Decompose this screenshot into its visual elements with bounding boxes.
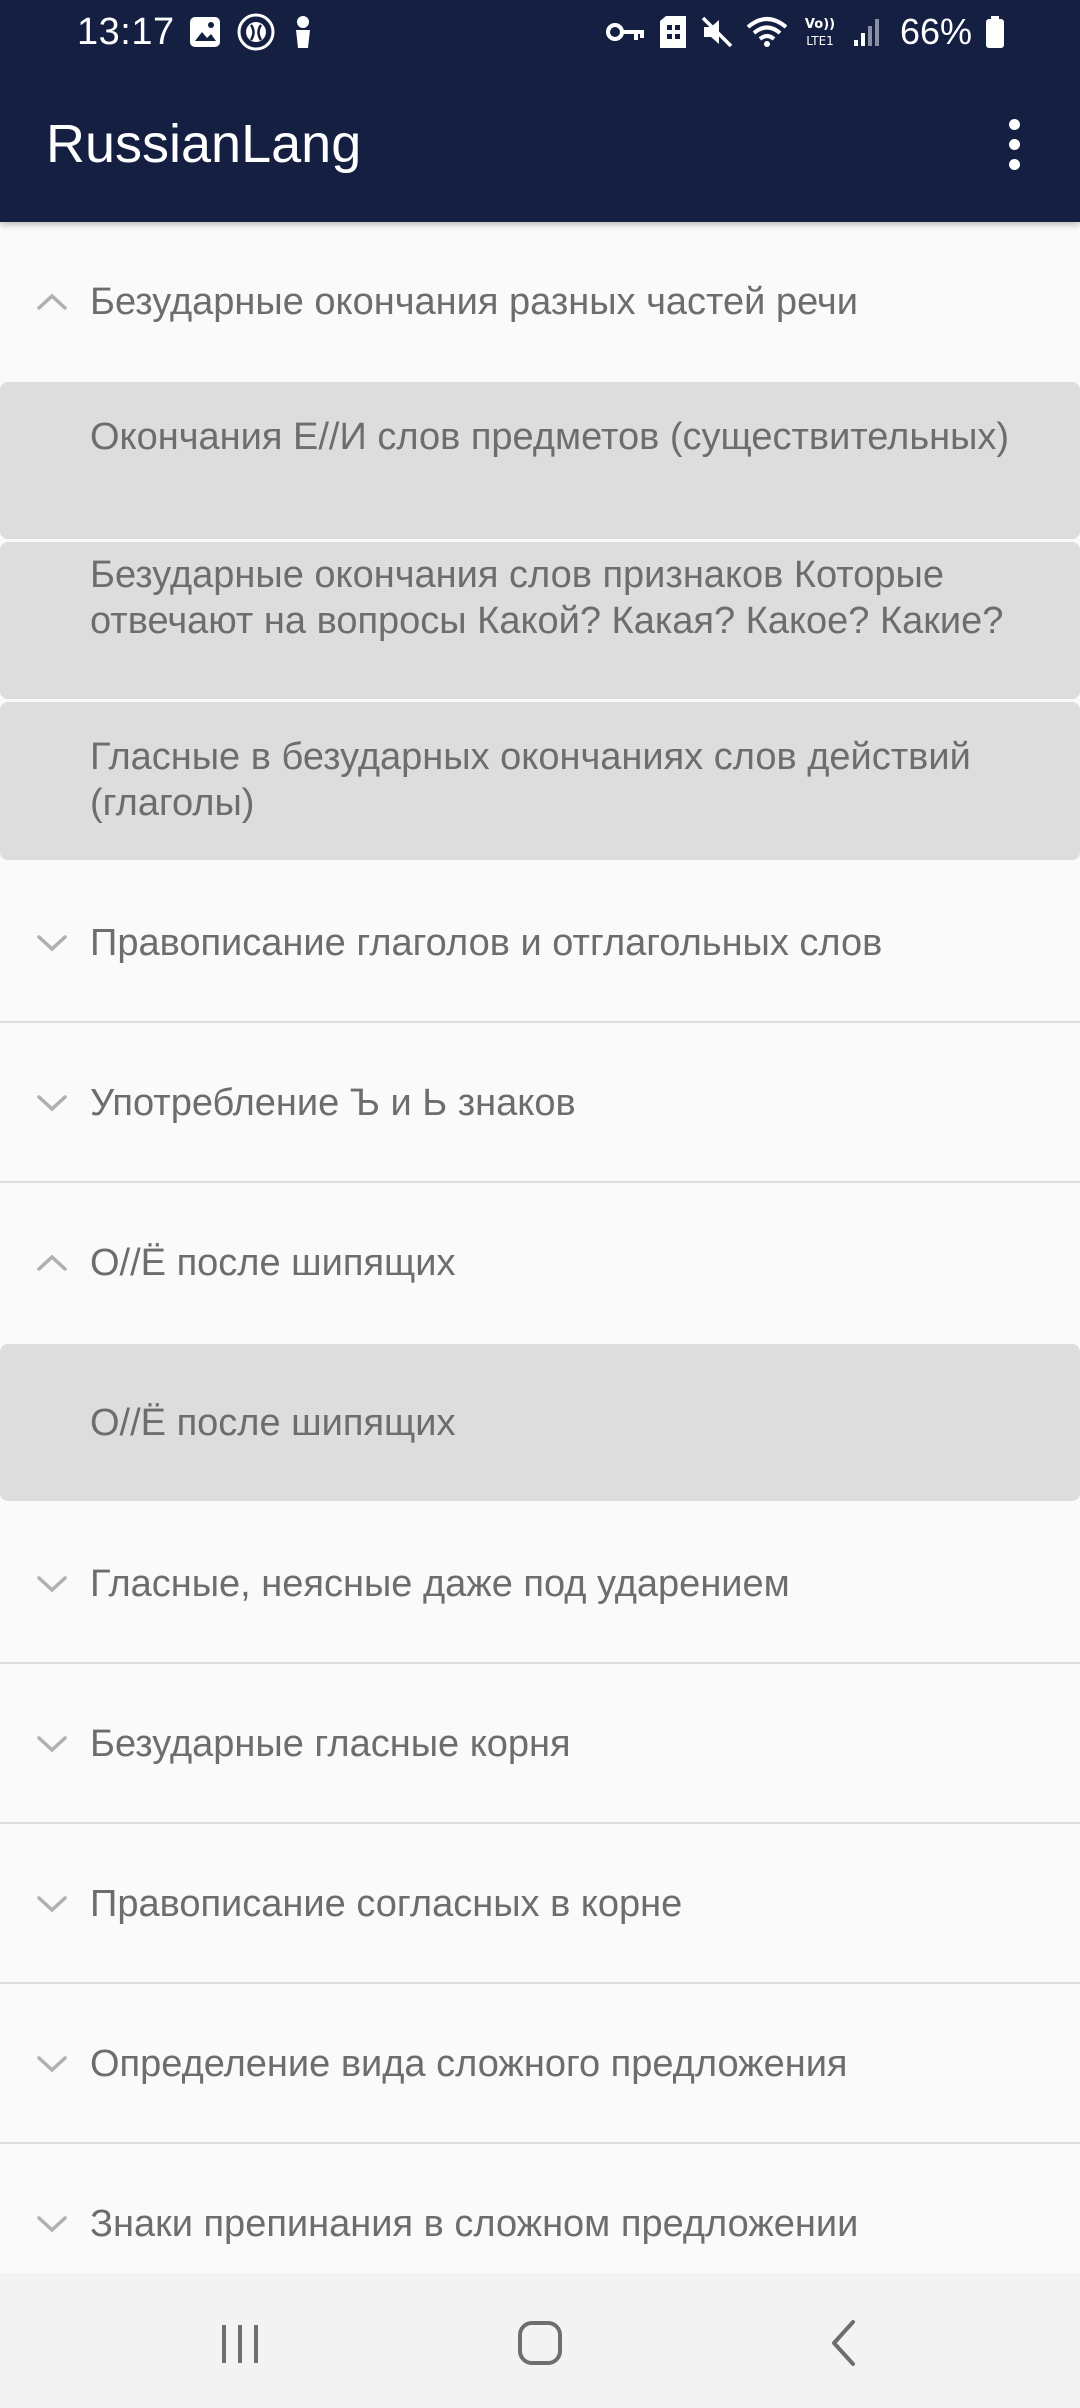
group-header[interactable]: Безударные окончания разных частей речи — [0, 222, 1080, 382]
wifi-icon — [746, 17, 788, 47]
battery-percentage: 66% — [899, 11, 972, 52]
home-icon — [518, 2321, 562, 2365]
back-icon — [832, 2320, 855, 2366]
more-options-button[interactable] — [974, 104, 1054, 184]
app-bar: RussianLang — [0, 64, 1080, 222]
status-right-icons: Vo)) LTE1 66% — [605, 10, 1006, 54]
chevron-down-icon — [37, 1095, 67, 1112]
battery-icon — [986, 16, 1004, 48]
person-icon — [296, 16, 310, 48]
chevron-up-icon — [37, 293, 67, 310]
app-title: RussianLang — [46, 114, 362, 174]
topic-list: Безударные окончания разных частей речи … — [0, 222, 1080, 2304]
chevron-down-icon — [37, 1896, 67, 1913]
group-header[interactable]: Правописание согласных в корне — [0, 1824, 1080, 1984]
status-bar: 13:17 Vo)) LTE1 66% — [0, 0, 1080, 64]
back-button[interactable] — [795, 2293, 895, 2393]
recents-button[interactable] — [190, 2293, 290, 2393]
group-label: Гласные, неясные даже под ударением — [90, 1563, 790, 1605]
group-label: Употребление Ъ и Ь знаков — [90, 1082, 576, 1124]
group-label: О//Ё после шипящих — [90, 1242, 456, 1284]
chevron-down-icon — [37, 2216, 67, 2233]
child-item[interactable]: Гласные в безударных окончаниях слов дей… — [0, 702, 1080, 860]
group-header[interactable]: Безударные гласные корня — [0, 1664, 1080, 1824]
group-label: Знаки препинания в сложном предложении — [90, 2203, 859, 2245]
volte-icon: Vo)) LTE1 — [805, 17, 835, 48]
group-header[interactable]: Употребление Ъ и Ь знаков — [0, 1023, 1080, 1183]
status-left-icons — [188, 13, 316, 51]
group-header[interactable]: Определение вида сложного предложения — [0, 1984, 1080, 2144]
group-label: Определение вида сложного предложения — [90, 2043, 848, 2085]
vpn-key-icon — [605, 23, 644, 41]
navigation-bar — [0, 2273, 1080, 2408]
image-icon — [190, 17, 220, 47]
chevron-up-icon — [37, 1254, 67, 1271]
status-time: 13:17 — [77, 11, 175, 53]
group-label: Правописание согласных в корне — [90, 1883, 683, 1925]
chevron-down-icon — [37, 935, 67, 952]
child-item[interactable]: О//Ё после шипящих — [0, 1344, 1080, 1501]
more-vert-icon — [1008, 118, 1020, 130]
group-header[interactable]: Правописание глаголов и отглагольных сло… — [0, 863, 1080, 1023]
mute-icon — [701, 16, 733, 48]
group-label: Правописание глаголов и отглагольных сло… — [90, 922, 883, 964]
home-button[interactable] — [490, 2293, 590, 2393]
child-label: Безударные окончания слов признаков Кото… — [90, 554, 1004, 642]
group-label: Безударные гласные корня — [90, 1723, 571, 1765]
group-header[interactable]: О//Ё после шипящих — [0, 1183, 1080, 1344]
group-header[interactable]: Гласные, неясные даже под ударением — [0, 1501, 1080, 1664]
sim-icon — [659, 16, 686, 48]
svg-text:LTE1: LTE1 — [806, 34, 834, 48]
svg-text:Vo)): Vo)) — [805, 17, 835, 32]
child-item[interactable]: Окончания Е//И слов предметов (существит… — [0, 382, 1080, 539]
child-item[interactable]: Безударные окончания слов признаков Кото… — [0, 542, 1080, 699]
signal-icon — [853, 19, 879, 46]
group-label: Безударные окончания разных частей речи — [90, 281, 858, 323]
chevron-down-icon — [37, 2056, 67, 2073]
browser-icon — [237, 13, 275, 51]
child-label: Окончания Е//И слов предметов (существит… — [90, 416, 1010, 458]
child-label: Гласные в безударных окончаниях слов дей… — [90, 736, 971, 824]
chevron-down-icon — [37, 1576, 67, 1593]
chevron-down-icon — [37, 1736, 67, 1753]
child-label: О//Ё после шипящих — [90, 1402, 456, 1444]
recents-icon — [222, 2325, 258, 2363]
